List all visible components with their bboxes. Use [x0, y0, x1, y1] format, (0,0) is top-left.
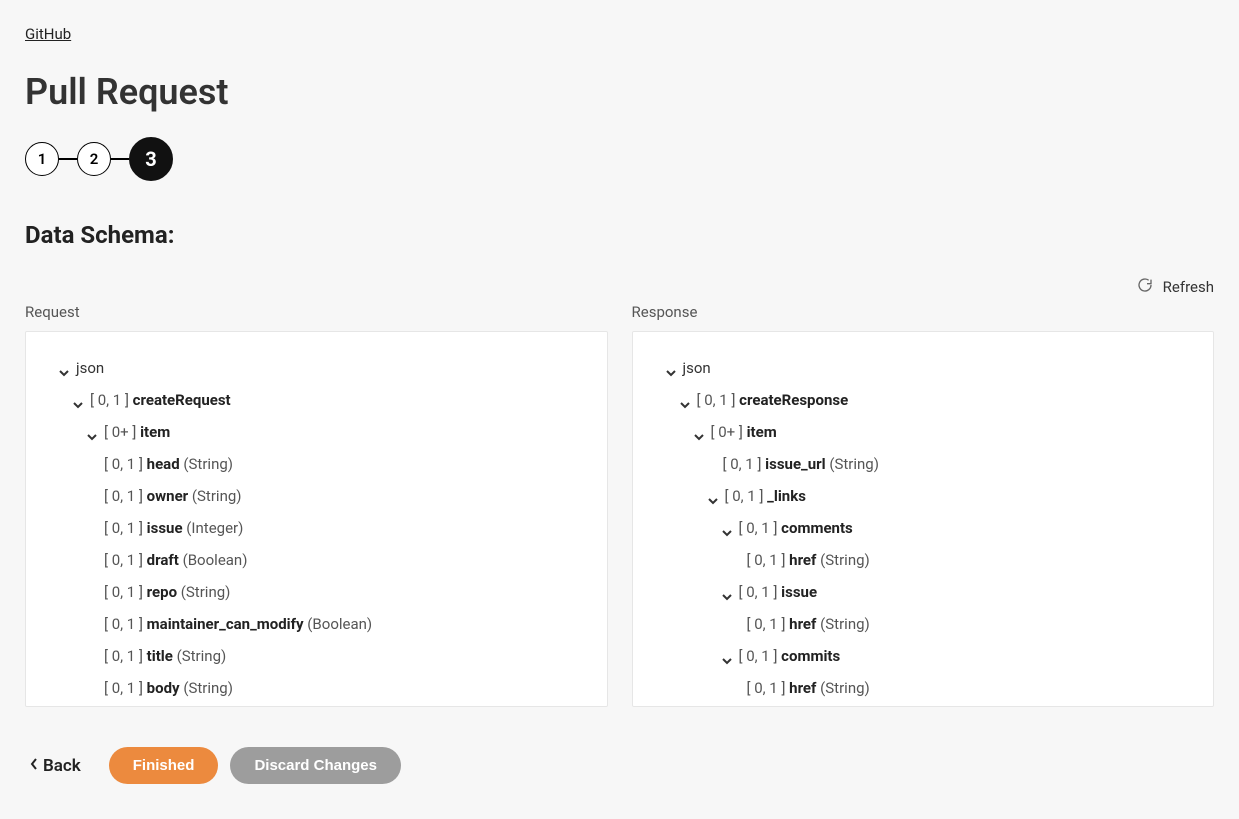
tree-node-group[interactable]: [ 0, 1 ] comments — [653, 512, 1194, 544]
footer-actions: Back Finished Discard Changes — [25, 747, 1214, 784]
tree-node-leaf[interactable]: [ 0, 1 ] maintainer_can_modify (Boolean) — [46, 608, 587, 640]
chevron-down-icon[interactable] — [693, 426, 705, 438]
tree-node-label: [ 0, 1 ] href (String) — [747, 548, 870, 572]
chevron-down-icon[interactable] — [707, 490, 719, 502]
tree-node-label: [ 0, 1 ] repo (String) — [104, 580, 230, 604]
tree-node-label: [ 0, 1 ] body (String) — [104, 676, 233, 700]
tree-node-item[interactable]: [ 0+ ] item — [46, 416, 587, 448]
tree-node-label: [ 0, 1 ] head (String) — [104, 452, 233, 476]
step-connector — [59, 158, 77, 160]
chevron-down-icon[interactable] — [58, 362, 70, 374]
chevron-down-icon[interactable] — [721, 522, 733, 534]
tree-node-leaf[interactable]: [ 0, 1 ] draft (Boolean) — [46, 544, 587, 576]
tree-node-item[interactable]: [ 0+ ] item — [653, 416, 1194, 448]
tree-node-group[interactable]: [ 0, 1 ] commits — [653, 640, 1194, 672]
request-panel-label: Request — [25, 303, 608, 321]
tree-node-leaf[interactable]: [ 0, 1 ] issue_url (String) — [653, 448, 1194, 480]
page-title: Pull Request — [25, 71, 1214, 113]
step-3[interactable]: 3 — [129, 137, 173, 181]
tree-node-label: [ 0, 1 ] title (String) — [104, 644, 226, 668]
step-2[interactable]: 2 — [77, 142, 111, 176]
tree-node-label: [ 0, 1 ] owner (String) — [104, 484, 242, 508]
finished-button[interactable]: Finished — [109, 747, 219, 784]
tree-node-label: [ 0, 1 ] maintainer_can_modify (Boolean) — [104, 612, 372, 636]
tree-node-leaf[interactable]: [ 0, 1 ] href (String) — [653, 672, 1194, 704]
breadcrumb-link-github[interactable]: GitHub — [25, 25, 71, 43]
tree-node-label: [ 0, 1 ] issue_url (String) — [723, 452, 879, 476]
tree-node-label: [ 0+ ] item — [711, 420, 777, 444]
tree-node-wrapper[interactable]: [ 0, 1 ] createResponse — [653, 384, 1194, 416]
tree-node-label: json — [683, 356, 711, 380]
tree-node-leaf[interactable]: [ 0, 1 ] owner (String) — [46, 480, 587, 512]
tree-node-leaf[interactable]: [ 0, 1 ] issue (Integer) — [46, 512, 587, 544]
chevron-down-icon[interactable] — [721, 586, 733, 598]
tree-node-root[interactable]: json — [46, 352, 587, 384]
refresh-label: Refresh — [1163, 278, 1214, 296]
breadcrumb: GitHub — [25, 25, 1214, 43]
tree-node-label: [ 0, 1 ] _links — [725, 484, 806, 508]
tree-node-label: [ 0, 1 ] createResponse — [697, 388, 849, 412]
tree-node-leaf[interactable]: [ 0, 1 ] body (String) — [46, 672, 587, 704]
tree-node-label: [ 0, 1 ] createRequest — [90, 388, 231, 412]
response-panel-label: Response — [632, 303, 1215, 321]
request-panel[interactable]: json [ 0, 1 ] createRequest [ 0+ ] item … — [25, 331, 608, 707]
tree-node-leaf[interactable]: [ 0, 1 ] head (String) — [46, 448, 587, 480]
tree-node-label: [ 0+ ] item — [104, 420, 170, 444]
tree-node-leaf[interactable]: [ 0, 1 ] repo (String) — [46, 576, 587, 608]
tree-node-wrapper[interactable]: [ 0, 1 ] createRequest — [46, 384, 587, 416]
tree-node-label: json — [76, 356, 104, 380]
step-1[interactable]: 1 — [25, 142, 59, 176]
discard-button[interactable]: Discard Changes — [230, 747, 401, 784]
tree-node-label: [ 0, 1 ] draft (Boolean) — [104, 548, 247, 572]
chevron-left-icon — [29, 756, 39, 776]
tree-node-label: [ 0, 1 ] comments — [739, 516, 853, 540]
section-heading: Data Schema: — [25, 221, 1214, 249]
tree-node-label: [ 0, 1 ] issue — [739, 580, 818, 604]
tree-node-leaf[interactable]: [ 0, 1 ] title (String) — [46, 640, 587, 672]
chevron-down-icon[interactable] — [665, 362, 677, 374]
tree-node-group[interactable]: [ 0, 1 ] issue — [653, 576, 1194, 608]
chevron-down-icon[interactable] — [721, 650, 733, 662]
response-panel[interactable]: json [ 0, 1 ] createResponse [ 0+ ] item… — [632, 331, 1215, 707]
tree-node-root[interactable]: json — [653, 352, 1194, 384]
tree-node-label: [ 0, 1 ] href (String) — [747, 612, 870, 636]
tree-node-label: [ 0, 1 ] issue (Integer) — [104, 516, 243, 540]
stepper: 1 2 3 — [25, 137, 1214, 181]
refresh-button[interactable]: Refresh — [1137, 277, 1214, 297]
tree-node-label: [ 0, 1 ] commits — [739, 644, 841, 668]
tree-node-leaf[interactable]: [ 0, 1 ] href (String) — [653, 544, 1194, 576]
step-connector — [111, 158, 129, 160]
tree-node-links[interactable]: [ 0, 1 ] _links — [653, 480, 1194, 512]
tree-node-leaf[interactable]: [ 0, 1 ] href (String) — [653, 608, 1194, 640]
tree-node-leaf[interactable]: [ 0, 1 ] base (String) — [46, 704, 587, 707]
back-label: Back — [43, 756, 81, 776]
chevron-down-icon[interactable] — [72, 394, 84, 406]
chevron-down-icon[interactable] — [679, 394, 691, 406]
chevron-down-icon[interactable] — [86, 426, 98, 438]
back-button[interactable]: Back — [25, 748, 97, 784]
refresh-icon — [1137, 277, 1153, 297]
tree-node-label: [ 0, 1 ] href (String) — [747, 676, 870, 700]
